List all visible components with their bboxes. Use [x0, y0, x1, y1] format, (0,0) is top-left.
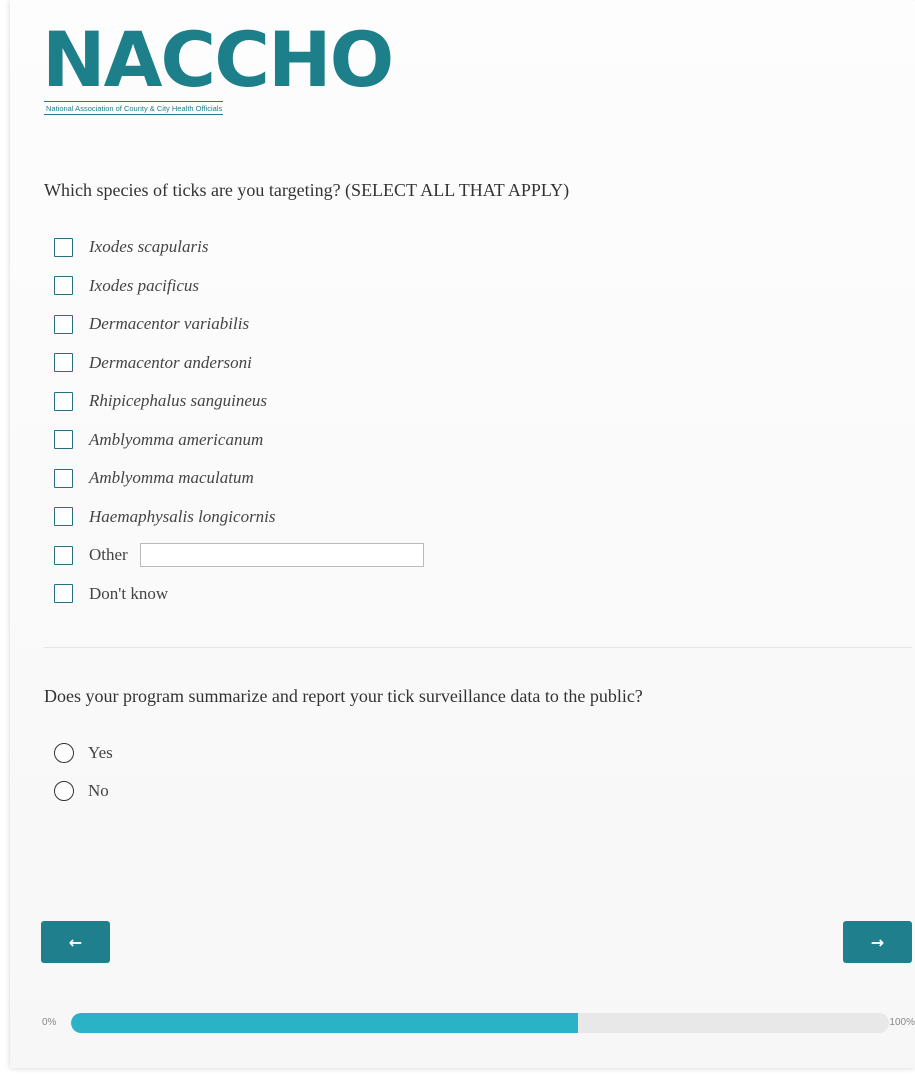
section-divider: [44, 647, 912, 648]
public-reporting-options: Yes No: [54, 734, 113, 810]
radio-button[interactable]: [54, 781, 74, 801]
option-label: Dermacentor variabilis: [89, 314, 250, 334]
option-haemaphysalis-longicornis[interactable]: Haemaphysalis longicornis: [54, 498, 424, 537]
option-label: Don't know: [89, 583, 169, 603]
option-label: Amblyomma americanum: [89, 429, 264, 449]
option-ixodes-scapularis[interactable]: Ixodes scapularis: [54, 228, 424, 267]
progress-track: [71, 1013, 889, 1033]
checkbox[interactable]: [54, 507, 73, 527]
radio-button[interactable]: [54, 743, 74, 763]
option-dont-know[interactable]: Don't know: [54, 575, 424, 614]
checkbox[interactable]: [54, 391, 73, 411]
previous-button[interactable]: ←: [41, 921, 110, 963]
checkbox[interactable]: [54, 237, 73, 257]
progress-end-label: 100%: [889, 1017, 915, 1028]
next-button[interactable]: →: [843, 921, 912, 963]
other-text-input[interactable]: [139, 543, 424, 568]
option-label: Yes: [88, 743, 113, 762]
option-ixodes-pacificus[interactable]: Ixodes pacificus: [54, 267, 424, 306]
option-no[interactable]: No: [54, 772, 113, 810]
option-amblyomma-maculatum[interactable]: Amblyomma maculatum: [54, 459, 424, 498]
option-dermacentor-andersoni[interactable]: Dermacentor andersoni: [54, 344, 424, 383]
option-label: Rhipicephalus sanguineus: [89, 391, 268, 411]
survey-card: NACCHO National Association of County & …: [10, 0, 915, 1068]
progress-fill: [71, 1013, 579, 1033]
option-yes[interactable]: Yes: [54, 734, 113, 772]
option-label: Ixodes scapularis: [89, 237, 209, 257]
option-amblyomma-americanum[interactable]: Amblyomma americanum: [54, 421, 424, 460]
checkbox[interactable]: [54, 584, 73, 604]
checkbox[interactable]: [54, 353, 73, 373]
option-label: Amblyomma maculatum: [89, 468, 254, 488]
checkbox[interactable]: [54, 545, 73, 565]
option-label: Dermacentor andersoni: [89, 352, 252, 372]
checkbox[interactable]: [54, 314, 73, 334]
checkbox[interactable]: [54, 430, 73, 450]
option-label: Other: [89, 545, 128, 565]
option-label: No: [88, 781, 109, 800]
logo-wordmark: NACCHO: [42, 15, 394, 104]
arrow-right-icon: →: [870, 932, 885, 952]
option-label: Ixodes pacificus: [89, 275, 199, 295]
progress-start-label: 0%: [42, 1017, 57, 1028]
arrow-left-icon: ←: [68, 932, 83, 952]
option-label: Haemaphysalis longicornis: [89, 506, 276, 526]
question-tick-species: Which species of ticks are you targeting…: [44, 180, 570, 200]
progress-bar: 0% 100%: [40, 1010, 915, 1036]
question-public-reporting: Does your program summarize and report y…: [44, 686, 643, 706]
option-dermacentor-variabilis[interactable]: Dermacentor variabilis: [54, 305, 424, 344]
tick-species-options: Ixodes scapularis Ixodes pacificus Derma…: [54, 228, 424, 613]
logo-tagline: National Association of County & City He…: [44, 101, 224, 115]
checkbox[interactable]: [54, 276, 73, 296]
checkbox[interactable]: [54, 468, 73, 488]
naccho-logo: NACCHO National Association of County & …: [42, 15, 394, 116]
option-rhipicephalus-sanguineus[interactable]: Rhipicephalus sanguineus: [54, 382, 424, 421]
option-other[interactable]: Other: [54, 536, 424, 575]
